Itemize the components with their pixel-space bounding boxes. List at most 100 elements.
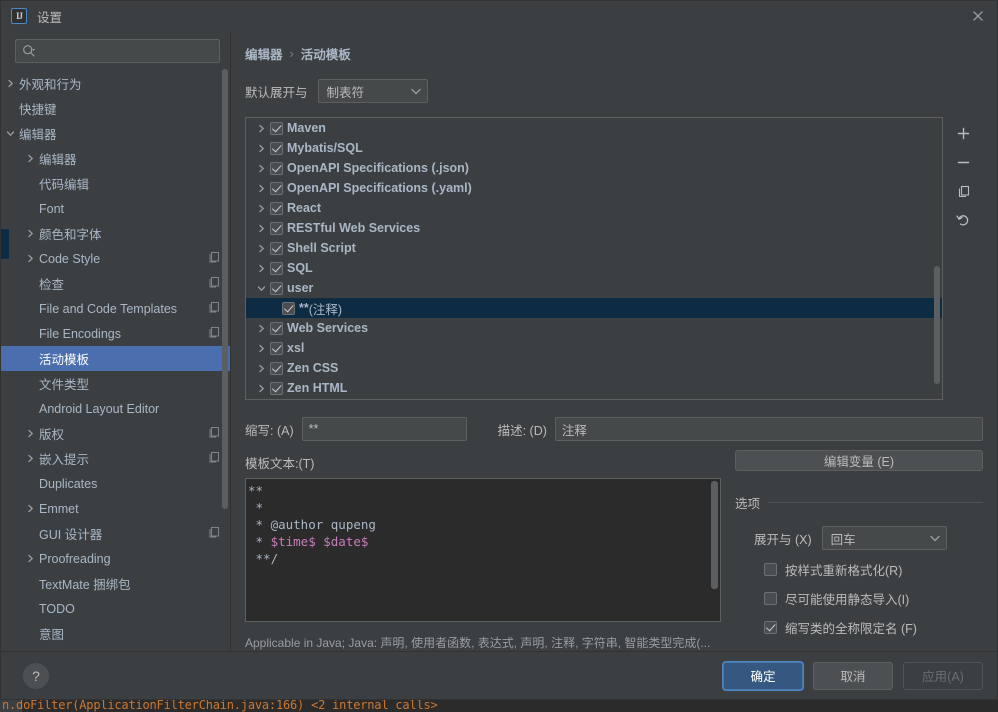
template-row-checkbox[interactable] (270, 181, 283, 195)
sidebar-item-6[interactable]: 颜色和字体 (1, 221, 230, 246)
sidebar-item-16[interactable]: Duplicates (1, 471, 230, 496)
template-row-twisty[interactable] (252, 344, 270, 353)
template-row-twisty[interactable] (252, 224, 270, 233)
template-row-6[interactable]: Shell Script (246, 238, 942, 258)
abbreviation-input[interactable]: ** (301, 417, 467, 441)
close-icon[interactable] (969, 7, 987, 25)
sidebar-item-copy-icon[interactable] (208, 451, 220, 466)
sidebar-item-17[interactable]: Emmet (1, 496, 230, 521)
template-row-twisty[interactable] (252, 144, 270, 153)
sidebar-item-twisty[interactable] (1, 554, 39, 563)
sidebar-item-9[interactable]: File and Code Templates (1, 296, 230, 321)
template-row-twisty[interactable] (252, 384, 270, 393)
template-row-5[interactable]: RESTful Web Services (246, 218, 942, 238)
template-row-12[interactable]: Zen CSS (246, 358, 942, 378)
templates-tree[interactable]: Maven Mybatis/SQL OpenAPI Specifications (… (245, 117, 943, 400)
template-row-9[interactable]: ** (注释) (246, 298, 942, 318)
expand-with-combo[interactable]: 回车 (821, 526, 947, 550)
default-expand-combo[interactable]: 制表符 (317, 79, 428, 103)
sidebar-item-twisty[interactable] (1, 154, 39, 163)
sidebar-item-8[interactable]: 检查 (1, 271, 230, 296)
cancel-button[interactable]: 取消 (813, 661, 893, 690)
search-box[interactable] (15, 39, 220, 63)
template-row-checkbox[interactable] (270, 201, 283, 215)
sidebar-item-22[interactable]: 意图 (1, 621, 230, 646)
template-row-twisty[interactable] (252, 124, 270, 133)
template-row-checkbox[interactable] (270, 281, 283, 295)
sidebar-item-4[interactable]: 代码编辑 (1, 171, 230, 196)
template-row-checkbox[interactable] (270, 121, 283, 135)
sidebar-item-copy-icon[interactable] (208, 526, 220, 541)
sidebar-item-13[interactable]: Android Layout Editor (1, 396, 230, 421)
revert-template-button[interactable] (952, 213, 974, 233)
template-row-checkbox[interactable] (282, 301, 295, 315)
template-text-scrollbar-thumb[interactable] (711, 481, 718, 589)
sidebar-item-21[interactable]: TODO (1, 596, 230, 621)
template-row-checkbox[interactable] (270, 321, 283, 335)
sidebar-item-twisty[interactable] (1, 254, 39, 263)
template-row-checkbox[interactable] (270, 361, 283, 375)
sidebar-item-twisty[interactable] (1, 429, 39, 438)
sidebar-item-twisty[interactable] (1, 79, 19, 88)
sidebar-item-10[interactable]: File Encodings (1, 321, 230, 346)
sidebar-item-15[interactable]: 嵌入提示 (1, 446, 230, 471)
template-row-twisty[interactable] (252, 204, 270, 213)
sidebar-item-copy-icon[interactable] (208, 251, 220, 266)
template-row-twisty[interactable] (252, 324, 270, 333)
sidebar-item-2[interactable]: 编辑器 (1, 121, 230, 146)
template-row-checkbox[interactable] (270, 161, 283, 175)
template-row-twisty[interactable] (252, 284, 270, 293)
option-checkbox[interactable] (764, 592, 777, 605)
sidebar-item-19[interactable]: Proofreading (1, 546, 230, 571)
sidebar-item-12[interactable]: 文件类型 (1, 371, 230, 396)
template-row-twisty[interactable] (252, 244, 270, 253)
sidebar-scrollbar[interactable] (222, 69, 229, 651)
template-row-checkbox[interactable] (270, 261, 283, 275)
template-row-checkbox[interactable] (270, 241, 283, 255)
sidebar-item-5[interactable]: Font (1, 196, 230, 221)
sidebar-item-twisty[interactable] (1, 454, 39, 463)
sidebar-item-20[interactable]: TextMate 捆绑包 (1, 571, 230, 596)
template-row-twisty[interactable] (252, 364, 270, 373)
template-row-checkbox[interactable] (270, 141, 283, 155)
template-row-1[interactable]: Mybatis/SQL (246, 138, 942, 158)
sidebar-scrollbar-thumb[interactable] (222, 69, 228, 509)
template-row-twisty[interactable] (252, 264, 270, 273)
template-row-checkbox[interactable] (270, 221, 283, 235)
template-row-twisty[interactable] (252, 164, 270, 173)
breadcrumb-parent[interactable]: 编辑器 (245, 44, 283, 63)
templates-scrollbar-thumb[interactable] (934, 266, 940, 384)
template-row-checkbox[interactable] (270, 381, 283, 395)
option-checkbox-row-1[interactable]: 尽可能使用静态导入(I) (764, 589, 983, 608)
sidebar-item-twisty[interactable] (1, 504, 39, 513)
template-row-13[interactable]: Zen HTML (246, 378, 942, 398)
remove-template-button[interactable] (952, 155, 974, 175)
sidebar-item-0[interactable]: 外观和行为 (1, 71, 230, 96)
sidebar-item-1[interactable]: 快捷键 (1, 96, 230, 121)
ok-button[interactable]: 确定 (723, 661, 803, 690)
template-row-4[interactable]: React (246, 198, 942, 218)
template-row-7[interactable]: SQL (246, 258, 942, 278)
sidebar-item-3[interactable]: 编辑器 (1, 146, 230, 171)
template-row-checkbox[interactable] (270, 341, 283, 355)
sidebar-item-copy-icon[interactable] (208, 326, 220, 341)
template-row-10[interactable]: Web Services (246, 318, 942, 338)
search-input[interactable] (39, 44, 213, 58)
sidebar-item-twisty[interactable] (1, 229, 39, 238)
add-template-button[interactable] (952, 126, 974, 146)
duplicate-template-button[interactable] (952, 184, 974, 204)
template-row-11[interactable]: xsl (246, 338, 942, 358)
sidebar-item-twisty[interactable] (1, 129, 19, 138)
templates-scrollbar[interactable] (934, 118, 941, 399)
template-text-editor[interactable]: ** * * @author qupeng * $time$ $date$ **… (245, 478, 721, 622)
sidebar-item-18[interactable]: GUI 设计器 (1, 521, 230, 546)
sidebar-item-copy-icon[interactable] (208, 276, 220, 291)
sidebar-tree[interactable]: 外观和行为 快捷键 编辑器 编辑器 代码编辑 Font 颜色和字体 Code Style 检查 F… (1, 69, 230, 651)
sidebar-item-7[interactable]: Code Style (1, 246, 230, 271)
template-row-2[interactable]: OpenAPI Specifications (.json) (246, 158, 942, 178)
template-row-twisty[interactable] (252, 184, 270, 193)
template-row-3[interactable]: OpenAPI Specifications (.yaml) (246, 178, 942, 198)
sidebar-item-copy-icon[interactable] (208, 426, 220, 441)
template-row-0[interactable]: Maven (246, 118, 942, 138)
applicable-context-label[interactable]: Applicable in Java; Java: 声明, 使用者函数, 表达式… (231, 622, 997, 651)
